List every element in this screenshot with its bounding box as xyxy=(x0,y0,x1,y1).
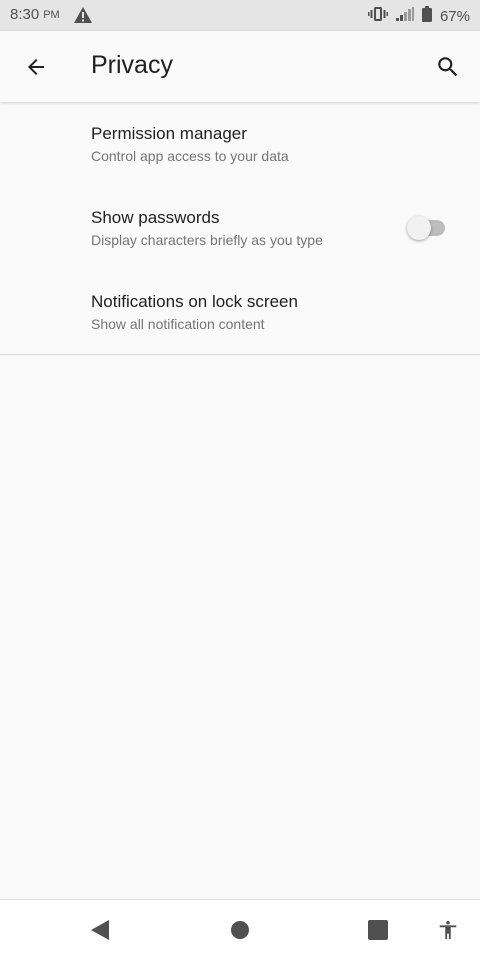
status-time: 8:30 xyxy=(10,6,40,23)
setting-title: Permission manager xyxy=(91,124,247,143)
setting-show-passwords[interactable]: Show passwords Display characters briefl… xyxy=(0,186,480,270)
setting-summary: Show all notification content xyxy=(91,316,265,332)
accessibility-icon[interactable] xyxy=(426,908,470,952)
battery-percent: 67% xyxy=(439,7,470,25)
status-right: 67% xyxy=(367,6,470,26)
home-circle-icon[interactable] xyxy=(218,908,262,952)
setting-permission-manager[interactable]: Permission manager Control app access to… xyxy=(0,102,480,186)
show-passwords-toggle[interactable] xyxy=(407,216,447,240)
setting-text: Show passwords Display characters briefl… xyxy=(91,207,323,251)
setting-text: Notifications on lock screen Show all no… xyxy=(91,291,298,335)
status-ampm: PM xyxy=(43,8,60,21)
vibrate-icon xyxy=(367,6,388,26)
setting-text: Permission manager Control app access to… xyxy=(91,123,289,167)
arrow-back-icon[interactable] xyxy=(14,45,58,89)
setting-title: Show passwords xyxy=(91,208,220,227)
setting-summary: Display characters briefly as you type xyxy=(91,232,323,248)
toolbar: Privacy xyxy=(0,31,480,102)
recents-square-icon[interactable] xyxy=(356,908,400,952)
setting-notifications-lock-screen[interactable]: Notifications on lock screen Show all no… xyxy=(0,270,480,354)
navigation-bar xyxy=(0,899,480,960)
page-title: Privacy xyxy=(91,51,173,79)
setting-title: Notifications on lock screen xyxy=(91,292,298,311)
status-bar: 8:30 PM 67% xyxy=(0,0,480,31)
back-triangle-icon[interactable] xyxy=(78,908,122,952)
setting-summary: Control app access to your data xyxy=(91,148,289,164)
signal-icon xyxy=(395,7,414,25)
search-icon[interactable] xyxy=(426,45,470,89)
battery-icon xyxy=(421,6,432,26)
privacy-settings-list: Permission manager Control app access to… xyxy=(0,102,480,355)
warning-icon xyxy=(73,6,92,23)
toggle-thumb xyxy=(407,216,431,240)
status-left: 8:30 PM xyxy=(10,6,92,23)
